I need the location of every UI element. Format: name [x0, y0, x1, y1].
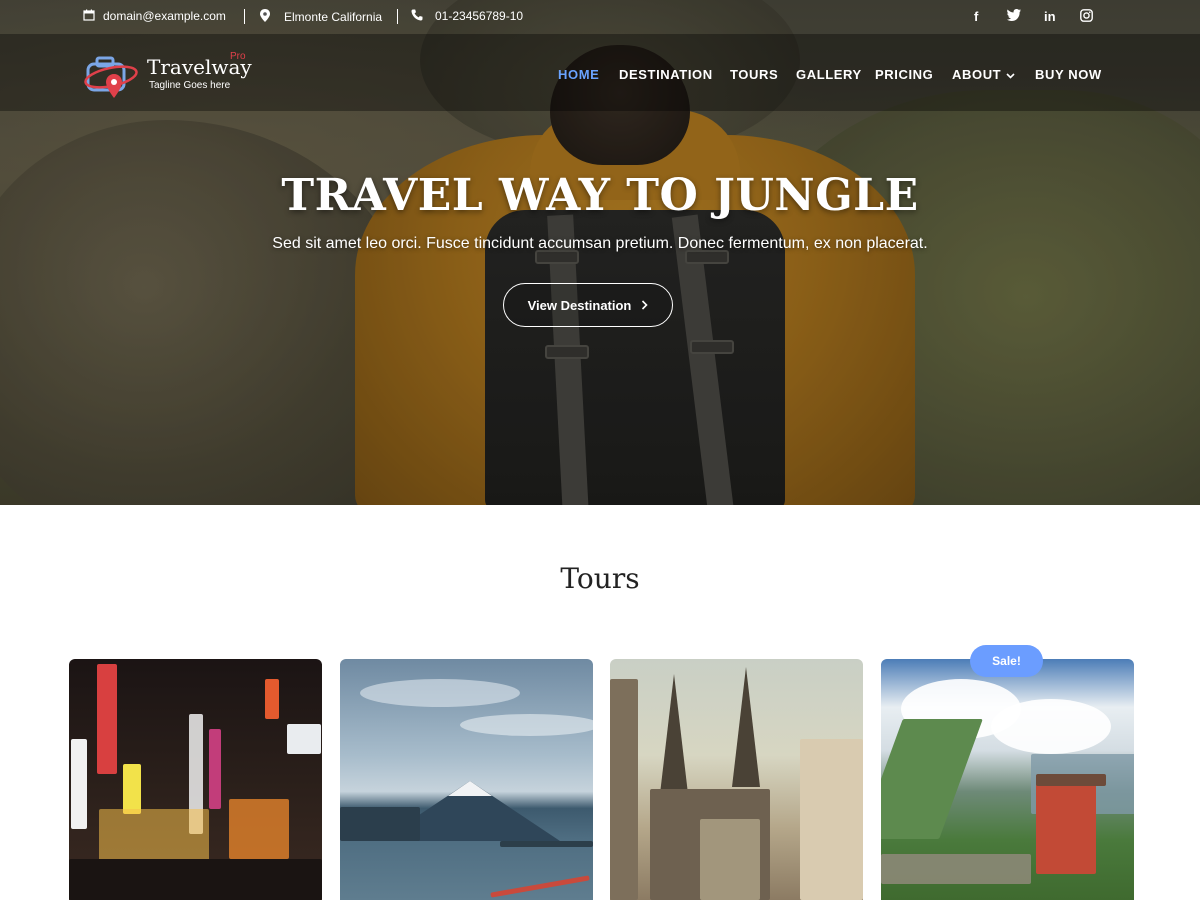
chevron-right-icon: [641, 298, 649, 313]
tour-card-image[interactable]: [69, 659, 322, 900]
tour-card-image[interactable]: [881, 659, 1134, 900]
nav-home[interactable]: HOME: [558, 67, 599, 82]
site-logo[interactable]: Travelway Pro Tagline Goes here: [83, 50, 258, 102]
topbar-divider: [244, 9, 245, 24]
topbar-phone[interactable]: 01-23456789-10: [411, 9, 523, 23]
nav-gallery[interactable]: GALLERY: [796, 67, 862, 82]
nav-destination[interactable]: DESTINATION: [619, 67, 713, 82]
sale-badge: Sale!: [970, 645, 1043, 677]
phone-icon: [411, 9, 423, 23]
topbar-location: Elmonte California: [260, 9, 382, 24]
nav-about[interactable]: ABOUT: [952, 67, 1015, 82]
view-destination-label: View Destination: [527, 297, 632, 313]
view-destination-button[interactable]: View Destination: [503, 283, 673, 327]
nav-about-label: ABOUT: [952, 67, 1002, 82]
calendar-icon: [83, 9, 95, 23]
facebook-icon[interactable]: f: [974, 9, 978, 24]
topbar-email[interactable]: domain@example.com: [83, 9, 226, 23]
twitter-icon[interactable]: [1007, 8, 1021, 24]
topbar-email-text: domain@example.com: [103, 9, 226, 23]
top-bar: domain@example.com Elmonte California 01…: [0, 0, 1200, 34]
logo-mark-icon: [83, 52, 139, 104]
logo-pro-badge: Pro: [230, 51, 246, 62]
nav-tours[interactable]: TOURS: [730, 67, 778, 82]
topbar-phone-text: 01-23456789-10: [435, 9, 524, 23]
hero-title: TRAVEL WAY TO JUNGLE: [281, 170, 919, 221]
tour-card-image[interactable]: [610, 659, 863, 900]
map-pin-icon: [260, 9, 270, 24]
linkedin-icon[interactable]: in: [1044, 9, 1056, 24]
site-header: Travelway Pro Tagline Goes here HOME DES…: [0, 34, 1200, 111]
topbar-divider: [397, 9, 398, 24]
topbar-location-text: Elmonte California: [284, 9, 383, 24]
hero-subtitle: Sed sit amet leo orci. Fusce tincidunt a…: [272, 235, 928, 252]
logo-tagline: Tagline Goes here: [149, 80, 231, 91]
tours-section-title: Tours: [560, 562, 640, 595]
chevron-down-icon: [1006, 71, 1015, 82]
nav-buy-now[interactable]: BUY NOW: [1035, 67, 1102, 82]
instagram-icon[interactable]: [1080, 9, 1093, 25]
nav-pricing[interactable]: PRICING: [875, 67, 933, 82]
tour-card-image[interactable]: [340, 659, 593, 900]
